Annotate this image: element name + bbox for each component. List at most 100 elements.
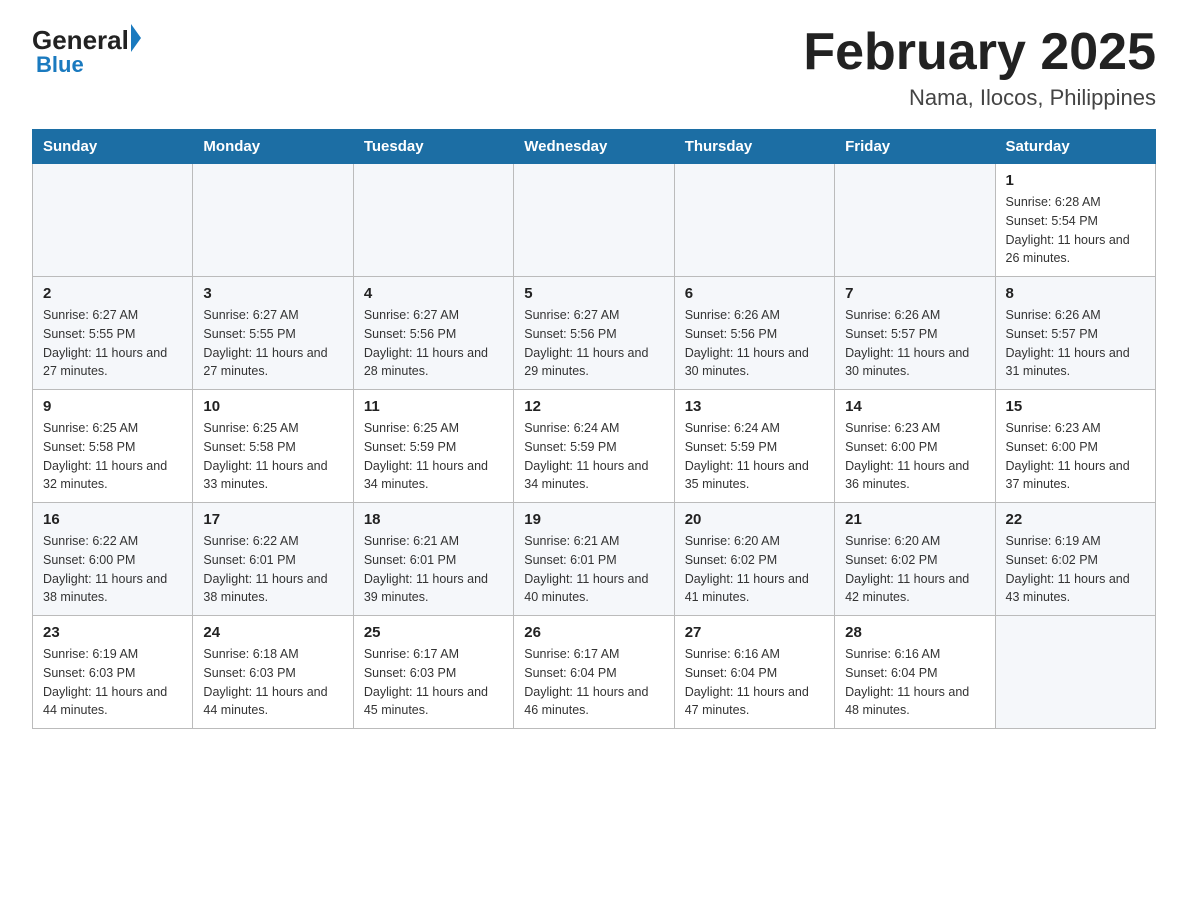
day-number: 7 — [845, 285, 984, 302]
table-row: 10 Sunrise: 6:25 AMSunset: 5:58 PMDayligh… — [193, 390, 353, 503]
day-number: 11 — [364, 398, 503, 415]
day-info: Sunrise: 6:26 AMSunset: 5:56 PMDaylight:… — [685, 306, 824, 381]
day-number: 16 — [43, 511, 182, 528]
day-number: 15 — [1006, 398, 1145, 415]
page-header: General Blue February 2025 Nama, Ilocos,… — [32, 24, 1156, 111]
day-number: 3 — [203, 285, 342, 302]
day-number: 10 — [203, 398, 342, 415]
calendar-week-row: 2 Sunrise: 6:27 AMSunset: 5:55 PMDaylight… — [33, 277, 1156, 390]
logo-general-text: General — [32, 25, 129, 56]
table-row: 25 Sunrise: 6:17 AMSunset: 6:03 PMDayligh… — [353, 616, 513, 729]
day-number: 4 — [364, 285, 503, 302]
day-info: Sunrise: 6:22 AMSunset: 6:01 PMDaylight:… — [203, 532, 342, 607]
calendar-week-row: 9 Sunrise: 6:25 AMSunset: 5:58 PMDaylight… — [33, 390, 1156, 503]
day-info: Sunrise: 6:28 AMSunset: 5:54 PMDaylight:… — [1006, 193, 1145, 268]
day-info: Sunrise: 6:25 AMSunset: 5:58 PMDaylight:… — [203, 419, 342, 494]
header-wednesday: Wednesday — [514, 130, 674, 164]
day-number: 27 — [685, 624, 824, 641]
header-thursday: Thursday — [674, 130, 834, 164]
table-row: 18 Sunrise: 6:21 AMSunset: 6:01 PMDayligh… — [353, 503, 513, 616]
day-number: 24 — [203, 624, 342, 641]
table-row — [674, 164, 834, 277]
table-row: 27 Sunrise: 6:16 AMSunset: 6:04 PMDayligh… — [674, 616, 834, 729]
day-number: 6 — [685, 285, 824, 302]
day-info: Sunrise: 6:20 AMSunset: 6:02 PMDaylight:… — [845, 532, 984, 607]
table-row: 4 Sunrise: 6:27 AMSunset: 5:56 PMDaylight… — [353, 277, 513, 390]
table-row: 3 Sunrise: 6:27 AMSunset: 5:55 PMDaylight… — [193, 277, 353, 390]
calendar-title: February 2025 — [803, 24, 1156, 81]
day-number: 28 — [845, 624, 984, 641]
day-info: Sunrise: 6:27 AMSunset: 5:55 PMDaylight:… — [203, 306, 342, 381]
day-info: Sunrise: 6:26 AMSunset: 5:57 PMDaylight:… — [845, 306, 984, 381]
day-info: Sunrise: 6:19 AMSunset: 6:03 PMDaylight:… — [43, 645, 182, 720]
logo: General Blue — [32, 24, 141, 78]
day-number: 2 — [43, 285, 182, 302]
day-info: Sunrise: 6:21 AMSunset: 6:01 PMDaylight:… — [364, 532, 503, 607]
table-row: 5 Sunrise: 6:27 AMSunset: 5:56 PMDaylight… — [514, 277, 674, 390]
header-saturday: Saturday — [995, 130, 1155, 164]
table-row: 28 Sunrise: 6:16 AMSunset: 6:04 PMDayligh… — [835, 616, 995, 729]
table-row: 14 Sunrise: 6:23 AMSunset: 6:00 PMDayligh… — [835, 390, 995, 503]
table-row: 11 Sunrise: 6:25 AMSunset: 5:59 PMDayligh… — [353, 390, 513, 503]
header-sunday: Sunday — [33, 130, 193, 164]
table-row: 13 Sunrise: 6:24 AMSunset: 5:59 PMDayligh… — [674, 390, 834, 503]
day-number: 12 — [524, 398, 663, 415]
day-number: 17 — [203, 511, 342, 528]
table-row: 21 Sunrise: 6:20 AMSunset: 6:02 PMDayligh… — [835, 503, 995, 616]
day-number: 13 — [685, 398, 824, 415]
day-number: 21 — [845, 511, 984, 528]
day-number: 23 — [43, 624, 182, 641]
day-info: Sunrise: 6:27 AMSunset: 5:56 PMDaylight:… — [364, 306, 503, 381]
calendar-week-row: 23 Sunrise: 6:19 AMSunset: 6:03 PMDayligh… — [33, 616, 1156, 729]
day-info: Sunrise: 6:24 AMSunset: 5:59 PMDaylight:… — [524, 419, 663, 494]
day-info: Sunrise: 6:20 AMSunset: 6:02 PMDaylight:… — [685, 532, 824, 607]
day-info: Sunrise: 6:24 AMSunset: 5:59 PMDaylight:… — [685, 419, 824, 494]
table-row — [353, 164, 513, 277]
day-info: Sunrise: 6:22 AMSunset: 6:00 PMDaylight:… — [43, 532, 182, 607]
day-info: Sunrise: 6:26 AMSunset: 5:57 PMDaylight:… — [1006, 306, 1145, 381]
table-row: 2 Sunrise: 6:27 AMSunset: 5:55 PMDaylight… — [33, 277, 193, 390]
day-info: Sunrise: 6:21 AMSunset: 6:01 PMDaylight:… — [524, 532, 663, 607]
calendar-week-row: 16 Sunrise: 6:22 AMSunset: 6:00 PMDayligh… — [33, 503, 1156, 616]
day-number: 14 — [845, 398, 984, 415]
day-info: Sunrise: 6:25 AMSunset: 5:58 PMDaylight:… — [43, 419, 182, 494]
table-row: 7 Sunrise: 6:26 AMSunset: 5:57 PMDaylight… — [835, 277, 995, 390]
table-row: 26Sunrise: 6:17 AMSunset: 6:04 PMDayligh… — [514, 616, 674, 729]
day-number: 19 — [524, 511, 663, 528]
day-number: 1 — [1006, 172, 1145, 189]
day-number: 26 — [524, 624, 663, 641]
table-row: 23 Sunrise: 6:19 AMSunset: 6:03 PMDayligh… — [33, 616, 193, 729]
day-info: Sunrise: 6:27 AMSunset: 5:55 PMDaylight:… — [43, 306, 182, 381]
table-row: 12 Sunrise: 6:24 AMSunset: 5:59 PMDayligh… — [514, 390, 674, 503]
table-row — [514, 164, 674, 277]
day-number: 5 — [524, 285, 663, 302]
day-info: Sunrise: 6:23 AMSunset: 6:00 PMDaylight:… — [845, 419, 984, 494]
header-friday: Friday — [835, 130, 995, 164]
logo-triangle-icon — [131, 24, 141, 52]
day-number: 25 — [364, 624, 503, 641]
day-info: Sunrise: 6:17 AMSunset: 6:03 PMDaylight:… — [364, 645, 503, 720]
day-info: Sunrise: 6:25 AMSunset: 5:59 PMDaylight:… — [364, 419, 503, 494]
logo-blue-text: Blue — [36, 52, 84, 78]
calendar-header-row: Sunday Monday Tuesday Wednesday Thursday… — [33, 130, 1156, 164]
day-number: 8 — [1006, 285, 1145, 302]
table-row — [835, 164, 995, 277]
table-row: 24 Sunrise: 6:18 AMSunset: 6:03 PMDayligh… — [193, 616, 353, 729]
table-row: 15 Sunrise: 6:23 AMSunset: 6:00 PMDayligh… — [995, 390, 1155, 503]
day-info: Sunrise: 6:16 AMSunset: 6:04 PMDaylight:… — [845, 645, 984, 720]
calendar-subtitle: Nama, Ilocos, Philippines — [803, 85, 1156, 111]
day-number: 9 — [43, 398, 182, 415]
header-monday: Monday — [193, 130, 353, 164]
table-row — [33, 164, 193, 277]
day-info: Sunrise: 6:16 AMSunset: 6:04 PMDaylight:… — [685, 645, 824, 720]
table-row: 6 Sunrise: 6:26 AMSunset: 5:56 PMDaylight… — [674, 277, 834, 390]
day-info: Sunrise: 6:23 AMSunset: 6:00 PMDaylight:… — [1006, 419, 1145, 494]
table-row: 9 Sunrise: 6:25 AMSunset: 5:58 PMDaylight… — [33, 390, 193, 503]
table-row: 22Sunrise: 6:19 AMSunset: 6:02 PMDayligh… — [995, 503, 1155, 616]
day-number: 18 — [364, 511, 503, 528]
day-info: Sunrise: 6:18 AMSunset: 6:03 PMDaylight:… — [203, 645, 342, 720]
table-row: 8 Sunrise: 6:26 AMSunset: 5:57 PMDaylight… — [995, 277, 1155, 390]
calendar-title-area: February 2025 Nama, Ilocos, Philippines — [803, 24, 1156, 111]
day-info: Sunrise: 6:27 AMSunset: 5:56 PMDaylight:… — [524, 306, 663, 381]
table-row: 16 Sunrise: 6:22 AMSunset: 6:00 PMDayligh… — [33, 503, 193, 616]
